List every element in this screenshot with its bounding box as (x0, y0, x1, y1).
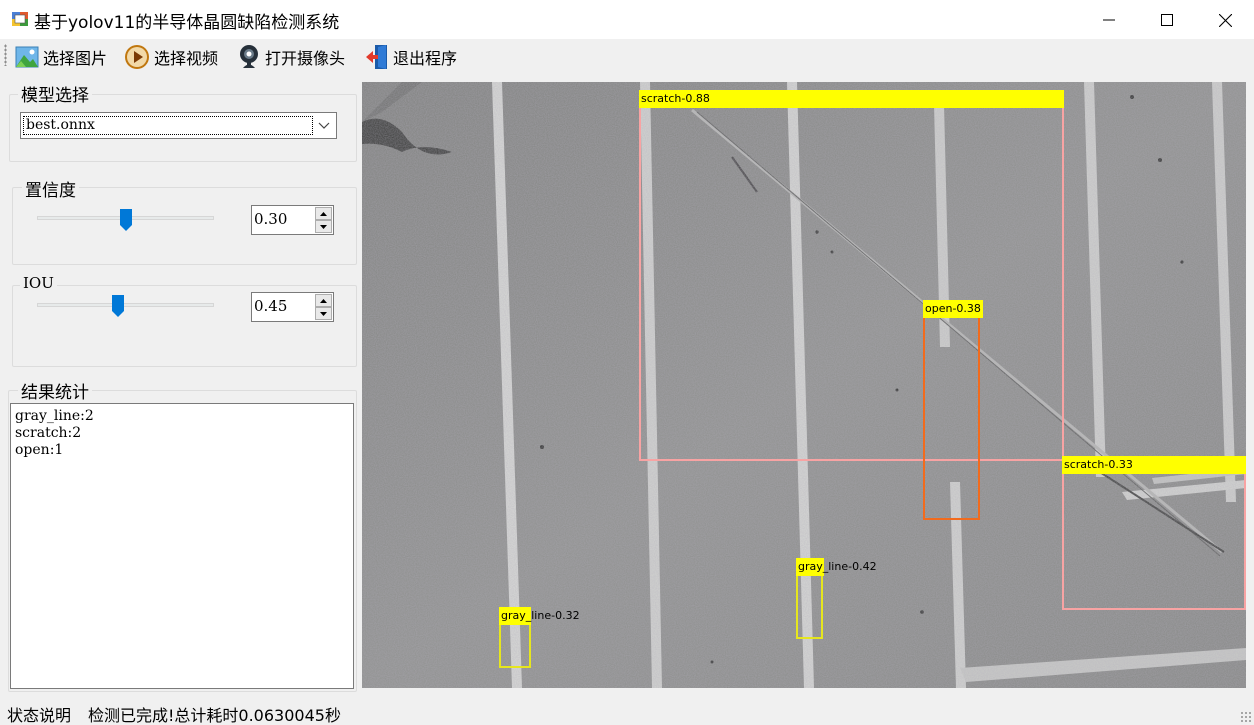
results-textbox[interactable]: gray_line:2 scratch:2 open:1 (10, 403, 354, 689)
detection-label: open-0.38 (923, 300, 983, 318)
iou-down-button[interactable] (315, 307, 332, 320)
iou-value: 0.45 (254, 297, 288, 315)
confidence-group-title: 置信度 (22, 176, 79, 201)
select-image-button[interactable]: 选择图片 (15, 43, 107, 71)
detection-image: scratch-0.88 open-0.38 scratch-0.33 gray… (362, 82, 1246, 688)
model-select[interactable]: best.onnx (20, 112, 337, 139)
confidence-slider-thumb[interactable] (119, 208, 133, 232)
detection-box-scratch (639, 91, 1064, 461)
results-group-title: 结果统计 (18, 378, 92, 403)
iou-spinner[interactable]: 0.45 (251, 292, 334, 322)
app-icon (11, 11, 29, 27)
chevron-down-icon[interactable] (312, 113, 336, 138)
status-bar: 状态说明 检测已完成!总计耗时0.0630045秒 (0, 697, 1254, 725)
play-icon (125, 45, 149, 69)
toolbar: 选择图片 选择视频 打开摄像头 退出程序 (0, 40, 1254, 74)
resize-grip[interactable] (1240, 711, 1252, 723)
detection-box-scratch (1062, 456, 1246, 610)
close-icon (1218, 13, 1232, 27)
status-label: 状态说明 (7, 706, 72, 725)
status-text: 检测已完成!总计耗时0.0630045秒 (88, 706, 341, 725)
iou-up-button[interactable] (315, 294, 332, 307)
open-camera-button[interactable]: 打开摄像头 (237, 43, 345, 71)
detection-label: gray_line-0.42 (796, 558, 877, 576)
window-title: 基于yolov11的半导体晶圆缺陷检测系统 (34, 13, 340, 33)
webcam-icon (240, 45, 258, 68)
confidence-down-button[interactable] (315, 220, 332, 233)
exit-door-icon (366, 45, 387, 69)
close-button[interactable] (1196, 0, 1254, 40)
confidence-spinner[interactable]: 0.30 (251, 205, 334, 235)
minimize-icon (1103, 19, 1115, 21)
confidence-up-button[interactable] (315, 207, 332, 220)
maximize-icon (1161, 14, 1173, 26)
spin-down-icon (320, 224, 327, 229)
detection-label: scratch-0.88 (639, 90, 1064, 108)
model-select-value: best.onnx (23, 116, 313, 135)
title-bar: 基于yolov11的半导体晶圆缺陷检测系统 (0, 0, 1254, 40)
result-line: scratch:2 (15, 425, 82, 441)
exit-program-label: 退出程序 (393, 49, 458, 68)
spin-up-icon (320, 298, 327, 303)
spin-down-icon (320, 311, 327, 316)
minimize-button[interactable] (1080, 0, 1138, 40)
result-line: open:1 (15, 442, 64, 458)
confidence-value: 0.30 (254, 210, 288, 228)
model-group-title: 模型选择 (18, 81, 92, 106)
detection-box-open (923, 301, 980, 520)
select-video-button[interactable]: 选择视频 (124, 43, 218, 71)
iou-slider-thumb[interactable] (111, 294, 125, 318)
detection-label: scratch-0.33 (1062, 456, 1246, 474)
select-video-label: 选择视频 (154, 49, 219, 68)
detection-label: gray_line-0.32 (499, 607, 580, 625)
exit-program-button[interactable]: 退出程序 (365, 43, 457, 71)
toolbar-grip[interactable] (4, 44, 7, 66)
iou-group-title: IOU (20, 274, 57, 292)
image-icon (15, 46, 39, 68)
select-image-label: 选择图片 (43, 49, 108, 68)
open-camera-label: 打开摄像头 (265, 49, 346, 68)
spin-up-icon (320, 211, 327, 216)
iou-slider-track[interactable] (37, 303, 214, 307)
maximize-button[interactable] (1138, 0, 1196, 40)
result-line: gray_line:2 (15, 408, 94, 424)
